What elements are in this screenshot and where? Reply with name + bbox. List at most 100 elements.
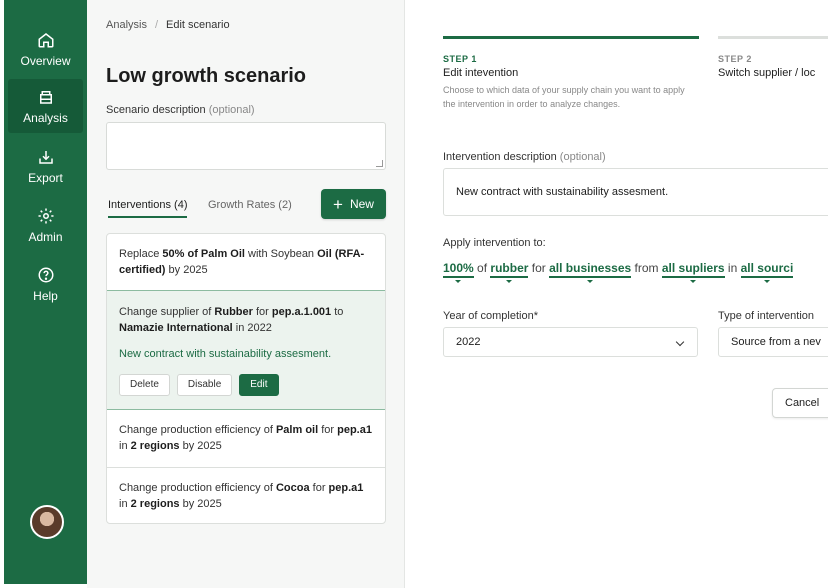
apply-connector: for [531, 261, 546, 275]
card-text: in [119, 498, 131, 510]
card-highlight: Oil [317, 248, 332, 260]
card-highlight: 2 regions [130, 498, 180, 510]
scenario-panel: Analysis / Edit scenario Low growth scenar… [87, 0, 405, 588]
intervention-type-select[interactable]: Source from a nev [718, 327, 828, 357]
intervention-description-value: New contract with sustainability assesme… [456, 186, 669, 198]
layers-icon [39, 90, 52, 104]
apply-intervention-sentence: 100% of rubber for all businesses from a… [443, 261, 794, 278]
disable-button[interactable]: Disable [176, 374, 233, 396]
sidebar-item-label: Overview [20, 53, 71, 68]
interventions-list: Replace 50% of Palm Oil with Soybean Oil… [106, 233, 386, 524]
sidebar-item-label: Export [28, 170, 63, 185]
material-selector[interactable]: rubber [490, 261, 529, 278]
card-text: by 2025 [165, 264, 208, 276]
card-highlight: pep.a.1.001 [271, 306, 332, 318]
card-text: by 2025 [179, 440, 222, 452]
intervention-card[interactable]: Change production efficiency of Cocoa fo… [107, 467, 385, 523]
card-text: Change supplier of [119, 306, 215, 318]
home-icon [38, 32, 53, 47]
card-text: with Soybean [244, 248, 318, 260]
sidebar-item-admin[interactable]: Admin [8, 198, 83, 252]
plus-icon: + [333, 194, 343, 214]
card-text: by 2025 [179, 498, 222, 510]
year-of-completion-select[interactable]: 2022 [443, 327, 698, 357]
cancel-button[interactable]: Cancel [772, 388, 828, 418]
intervention-card-selected[interactable]: Change supplier of Rubber for pep.a.1.00… [107, 290, 385, 410]
intervention-type-label: Type of intervention [718, 310, 815, 322]
question-icon [38, 267, 53, 282]
sidebar-item-overview[interactable]: Overview [8, 22, 83, 76]
avatar[interactable] [30, 505, 64, 539]
card-highlight: Rubber [214, 306, 253, 318]
gear-icon [38, 208, 53, 223]
card-text: for [318, 424, 338, 436]
chevron-down-icon [675, 337, 685, 347]
new-button-label: New [349, 197, 374, 211]
intervention-card[interactable]: Replace 50% of Palm Oil with Soybean Oil… [107, 234, 385, 291]
card-highlight: Namazie International [119, 322, 233, 334]
card-text: in [119, 440, 131, 452]
card-text: for [252, 306, 272, 318]
intervention-description-label-text: Intervention description [443, 151, 557, 163]
sidebar-item-help[interactable]: Help [8, 257, 83, 311]
supplier-selector[interactable]: all supliers [661, 261, 725, 278]
year-value: 2022 [456, 336, 481, 348]
sidebar-item-label: Help [33, 288, 58, 303]
apply-connector: of [477, 261, 488, 275]
delete-button[interactable]: Delete [119, 374, 170, 396]
optional-hint: (optional) [559, 151, 606, 163]
card-highlight: 50% of Palm Oil [162, 248, 245, 260]
step-2-progress [718, 36, 828, 39]
breadcrumb-separator: / [154, 19, 159, 31]
intervention-type-value: Source from a nev [731, 336, 821, 348]
card-actions: Delete Disable Edit [119, 374, 373, 396]
step-1-progress [443, 36, 699, 39]
card-highlight: pep.a1 [337, 424, 372, 436]
scenario-description-label: Scenario description (optional) [106, 104, 255, 116]
card-text: in 2022 [232, 322, 272, 334]
download-icon [38, 150, 53, 164]
apply-connector: in [727, 261, 738, 275]
breadcrumb: Analysis / Edit scenario [106, 19, 230, 31]
sidebar-item-export[interactable]: Export [8, 139, 83, 193]
apply-intervention-label: Apply intervention to: [443, 237, 546, 249]
card-text: Change production efficiency of [119, 424, 276, 436]
intervention-description-input[interactable]: New contract with sustainability assesme… [443, 168, 828, 216]
breadcrumb-analysis-link[interactable]: Analysis [106, 19, 147, 31]
intervention-card[interactable]: Change production efficiency of Palm oil… [107, 410, 385, 468]
card-highlight: pep.a1 [328, 482, 364, 494]
step-2-label[interactable]: STEP 2 [718, 54, 752, 64]
step-1-description: Choose to which data of your supply chai… [443, 85, 685, 109]
intervention-description-label: Intervention description (optional) [443, 151, 606, 163]
card-text: Change production efficiency of [119, 482, 276, 494]
percent-selector[interactable]: 100% [443, 261, 474, 278]
new-intervention-button[interactable]: + New [321, 189, 386, 219]
scenario-description-textarea[interactable] [106, 122, 386, 170]
sidebar: Overview Analysis Export Admin Help [4, 0, 87, 584]
card-text: for [309, 482, 329, 494]
tab-interventions[interactable]: Interventions (4) [108, 199, 188, 218]
tab-growth-rates[interactable]: Growth Rates (2) [208, 199, 292, 211]
sourcing-selector[interactable]: all sourci [740, 261, 794, 278]
optional-hint: (optional) [208, 104, 255, 116]
card-highlight: Palm oil [275, 424, 319, 436]
edit-button[interactable]: Edit [239, 374, 279, 396]
year-of-completion-label: Year of completion* [443, 310, 538, 322]
page-title: Low growth scenario [106, 65, 307, 87]
resize-handle-icon[interactable] [376, 160, 383, 167]
card-text: Replace [119, 248, 163, 260]
intervention-note: New contract with sustainability assesme… [119, 348, 332, 360]
step-2-title[interactable]: Switch supplier / loc [718, 67, 815, 79]
card-title: Change supplier of Rubber for pep.a.1.00… [119, 304, 373, 336]
sidebar-item-label: Analysis [23, 110, 68, 125]
business-selector[interactable]: all businesses [549, 261, 632, 278]
sidebar-item-analysis[interactable]: Analysis [8, 79, 83, 133]
card-highlight: 2 regions [130, 440, 180, 452]
step-1-title: Edit intevention [443, 67, 519, 79]
scenario-description-label-text: Scenario description [106, 104, 206, 116]
breadcrumb-current: Edit scenario [166, 19, 230, 31]
sidebar-item-label: Admin [28, 229, 63, 244]
apply-connector: from [634, 261, 659, 275]
card-text: to [331, 306, 344, 318]
intervention-editor: STEP 1 Edit intevention Choose to which … [406, 0, 828, 588]
